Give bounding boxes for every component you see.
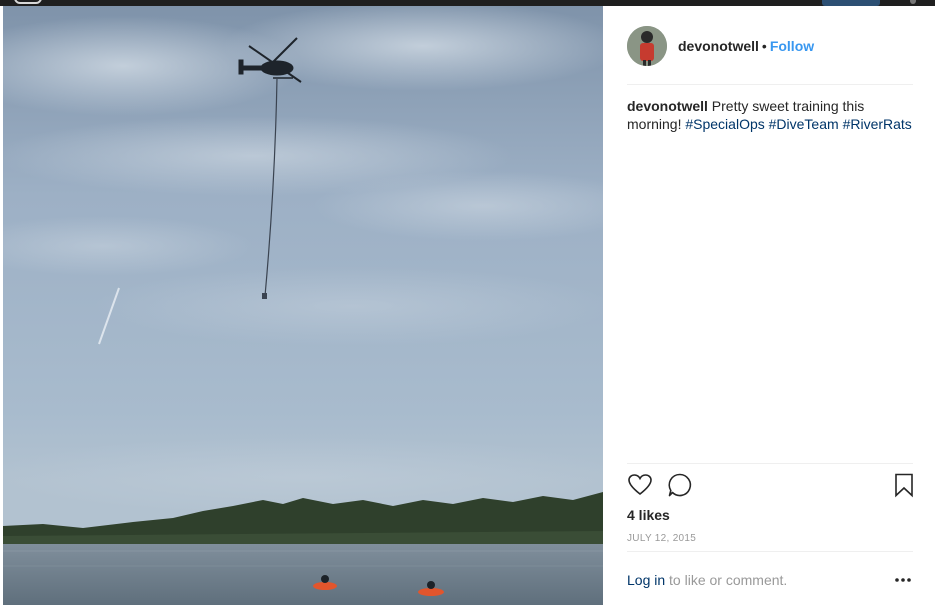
instagram-logo-icon[interactable]	[14, 0, 42, 4]
header-username[interactable]: devonotwell	[678, 38, 759, 54]
avatar[interactable]	[627, 26, 667, 66]
follow-button[interactable]: Follow	[770, 38, 814, 54]
more-options-icon[interactable]	[893, 572, 915, 588]
likes-count[interactable]: 4 likes	[627, 507, 670, 523]
login-prompt: Log in to like or comment.	[627, 572, 787, 588]
helicopter-over-lake-image	[3, 6, 603, 605]
hashtag-river-rats[interactable]: #RiverRats	[843, 116, 912, 132]
hashtag-special-ops[interactable]: #SpecialOps	[685, 116, 764, 132]
header-divider	[627, 84, 913, 85]
top-bar-menu-icon[interactable]	[910, 0, 916, 4]
separator-dot: •	[761, 38, 767, 54]
actions-divider	[627, 463, 913, 464]
hashtag-dive-team[interactable]: #DiveTeam	[769, 116, 839, 132]
heart-icon[interactable]	[627, 472, 655, 500]
post-details-panel: devonotwell • Follow devonotwell Pretty sw…	[603, 6, 935, 605]
comment-bubble-icon[interactable]	[667, 472, 695, 500]
login-divider	[627, 551, 913, 552]
caption-username[interactable]: devonotwell	[627, 98, 708, 114]
login-link[interactable]: Log in	[627, 572, 665, 588]
header-text: devonotwell • Follow	[678, 38, 814, 54]
bookmark-icon[interactable]	[892, 472, 920, 500]
post-date[interactable]: JULY 12, 2015	[627, 533, 696, 544]
action-bar	[627, 472, 917, 502]
post-header: devonotwell • Follow	[603, 6, 935, 84]
post-caption: devonotwell Pretty sweet training this m…	[627, 97, 917, 133]
post-photo[interactable]	[3, 6, 603, 605]
login-prompt-text: to like or comment.	[669, 572, 788, 588]
instagram-post-window: devonotwell • Follow devonotwell Pretty sw…	[0, 0, 935, 605]
